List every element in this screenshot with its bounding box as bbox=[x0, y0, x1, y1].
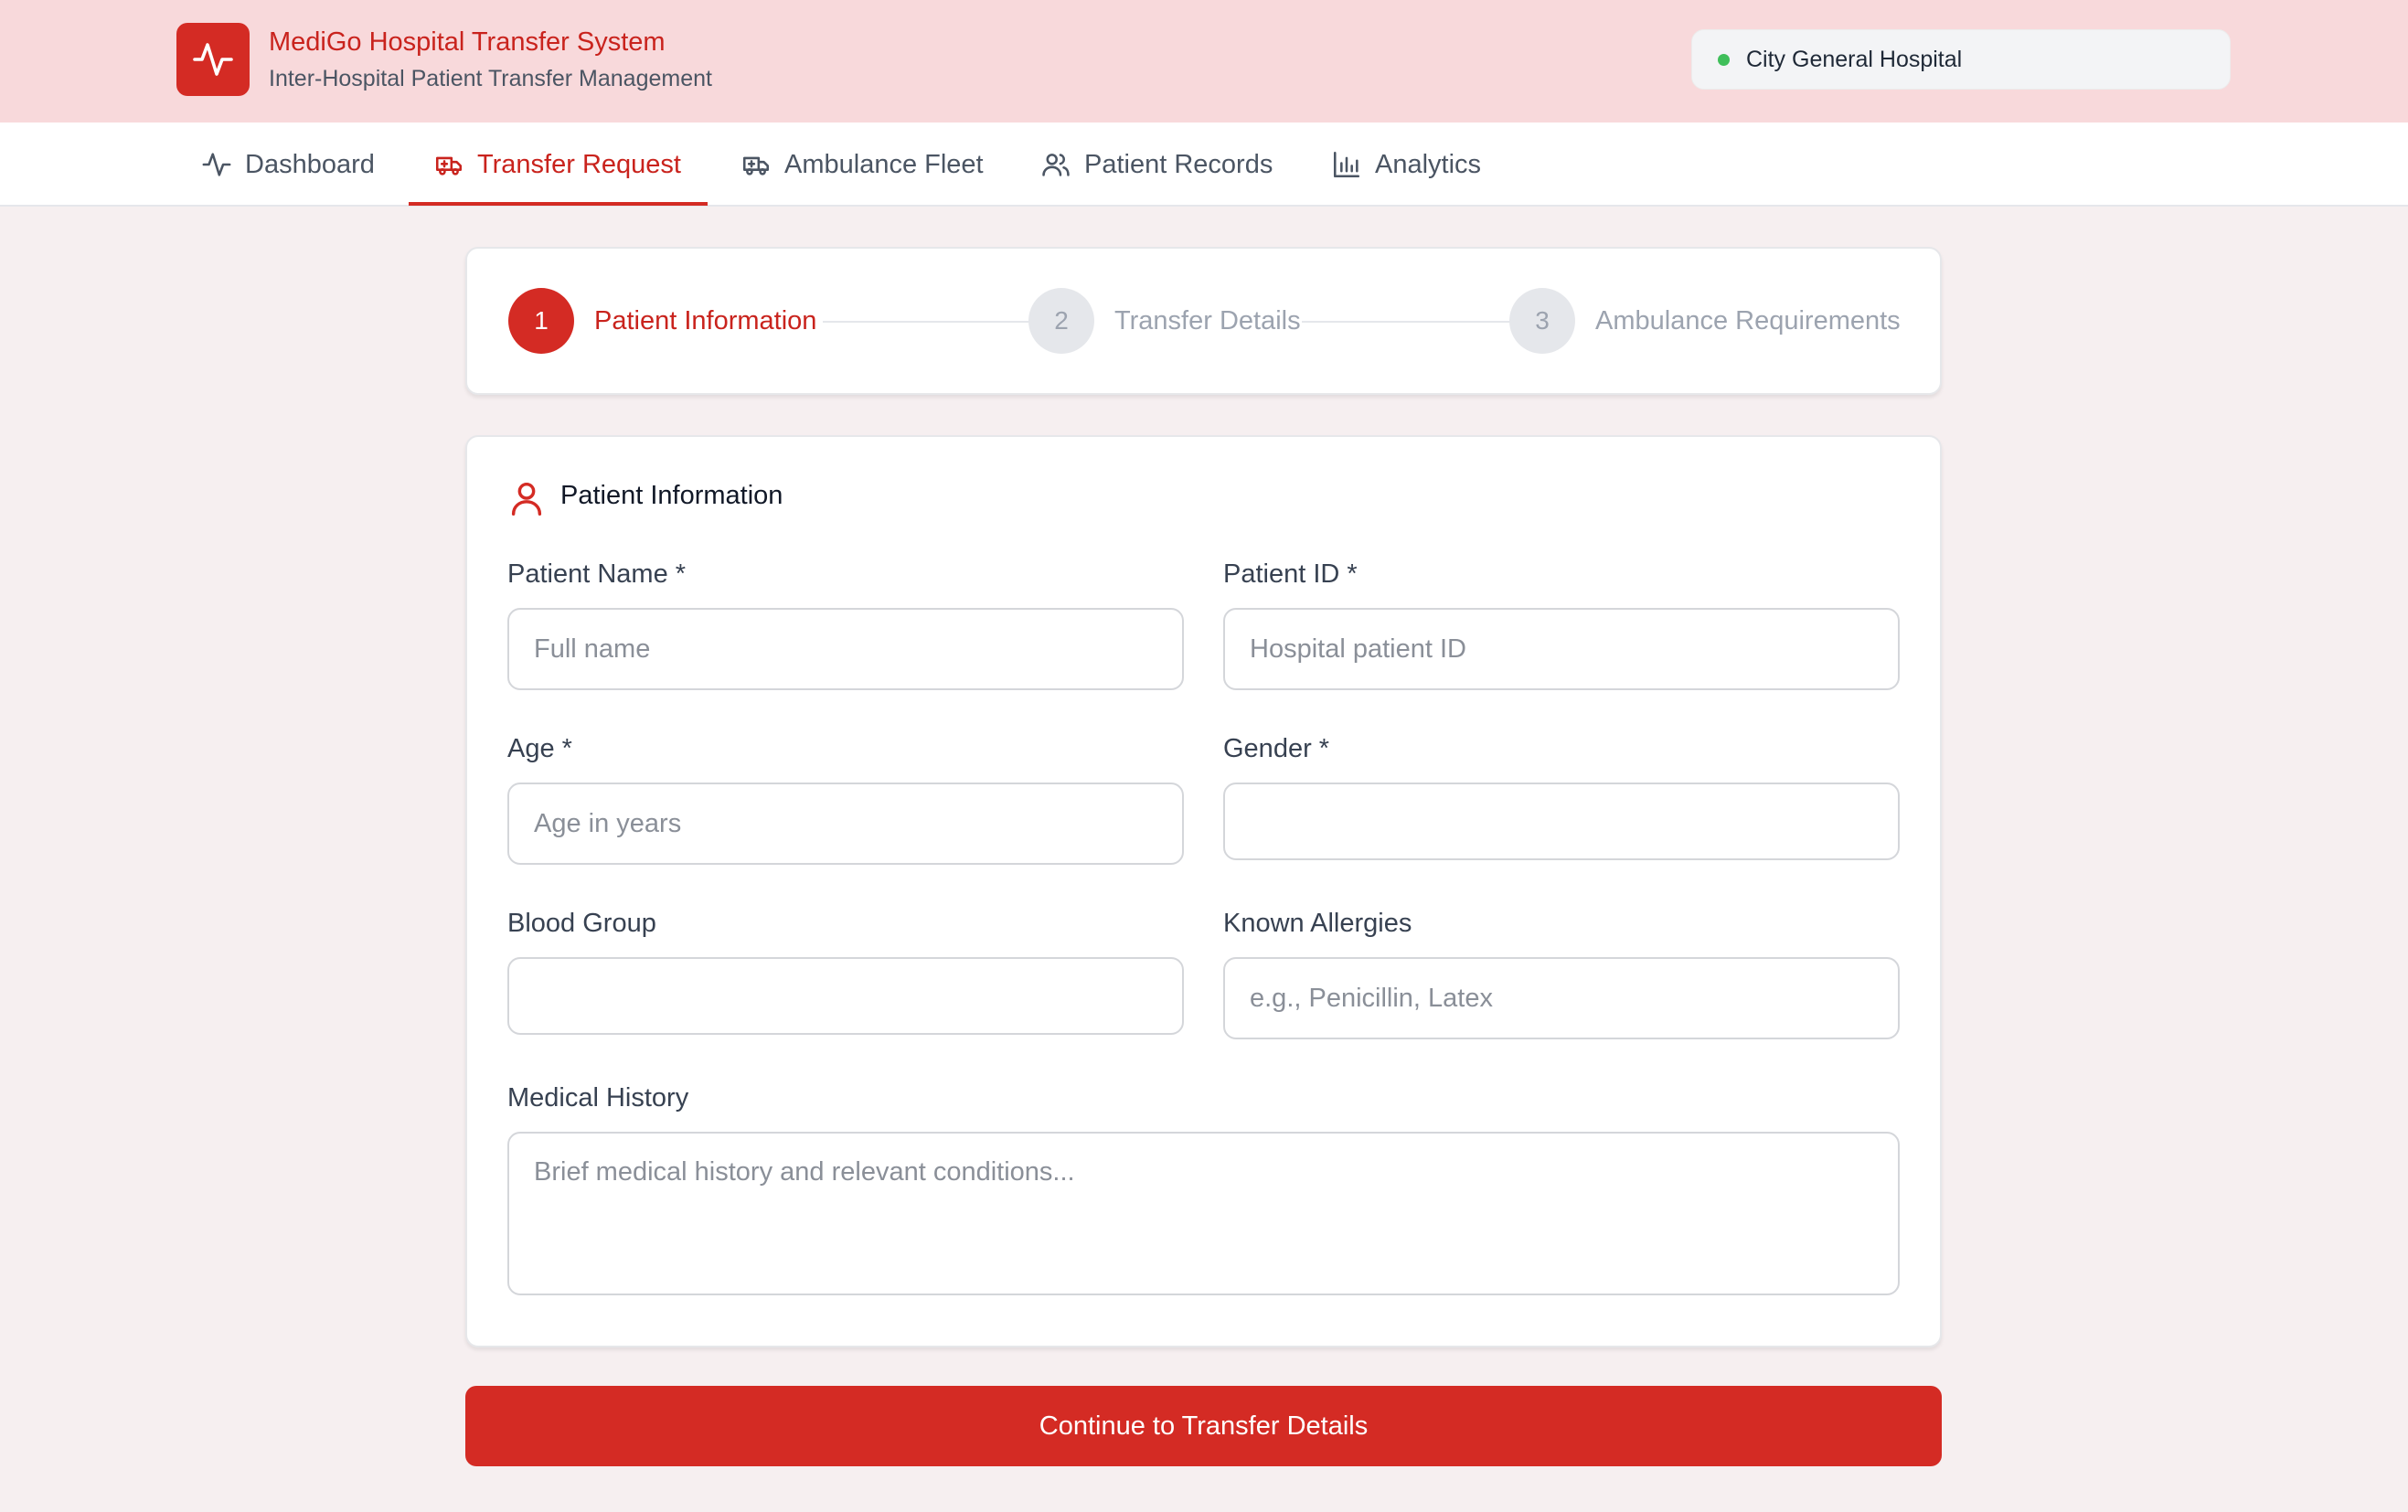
step-3-circle: 3 bbox=[1509, 288, 1575, 354]
blood-group-label: Blood Group bbox=[507, 909, 656, 938]
app-title: MediGo Hospital Transfer System bbox=[269, 27, 666, 57]
medical-history-textarea[interactable] bbox=[507, 1132, 1900, 1295]
progress-stepper: 1 Patient Information 2 Transfer Details… bbox=[465, 247, 1942, 395]
app-logo bbox=[176, 23, 250, 96]
bar-chart-icon bbox=[1333, 151, 1360, 178]
step-2-circle: 2 bbox=[1028, 288, 1094, 354]
status-dot bbox=[1718, 53, 1730, 66]
gender-label: Gender * bbox=[1223, 734, 1330, 763]
patient-id-label: Patient ID * bbox=[1223, 559, 1358, 589]
age-input[interactable] bbox=[507, 783, 1184, 865]
section-title: Patient Information bbox=[560, 481, 783, 510]
main-nav: Dashboard Transfer Request Ambulance Fle… bbox=[0, 122, 2408, 207]
truck-icon bbox=[742, 156, 770, 176]
gender-select[interactable] bbox=[1223, 783, 1900, 860]
medical-history-label: Medical History bbox=[507, 1083, 689, 1113]
patient-id-input[interactable] bbox=[1223, 608, 1900, 690]
user-icon bbox=[511, 482, 542, 516]
blood-group-select[interactable] bbox=[507, 957, 1184, 1035]
tab-label: Dashboard bbox=[245, 149, 375, 179]
step-1-circle: 1 bbox=[508, 288, 574, 354]
active-tab-indicator bbox=[409, 202, 708, 206]
hospital-selector[interactable]: City General Hospital bbox=[1691, 29, 2231, 90]
tab-analytics[interactable]: Analytics bbox=[1331, 122, 1481, 207]
continue-button[interactable]: Continue to Transfer Details bbox=[465, 1386, 1942, 1466]
tab-patient-records[interactable]: Patient Records bbox=[1040, 122, 1273, 207]
step-connector bbox=[1302, 321, 1516, 323]
age-label: Age * bbox=[507, 734, 572, 763]
activity-icon bbox=[202, 153, 231, 176]
tab-label: Patient Records bbox=[1084, 149, 1273, 179]
tab-label: Transfer Request bbox=[477, 149, 681, 179]
tab-label: Analytics bbox=[1375, 149, 1482, 179]
heartbeat-icon bbox=[193, 43, 233, 76]
step-connector bbox=[823, 321, 1036, 323]
tab-transfer-request[interactable]: Transfer Request bbox=[433, 122, 681, 207]
step-1-label: Patient Information bbox=[594, 306, 817, 335]
allergies-input[interactable] bbox=[1223, 957, 1900, 1039]
users-icon bbox=[1042, 154, 1070, 176]
tab-dashboard[interactable]: Dashboard bbox=[201, 122, 375, 207]
patient-name-input[interactable] bbox=[507, 608, 1184, 690]
patient-name-label: Patient Name * bbox=[507, 559, 687, 589]
hospital-name: City General Hospital bbox=[1746, 46, 1963, 72]
allergies-label: Known Allergies bbox=[1223, 909, 1412, 938]
app-header: MediGo Hospital Transfer System Inter-Ho… bbox=[0, 0, 2408, 122]
step-2-label: Transfer Details bbox=[1114, 306, 1301, 335]
tab-ambulance-fleet[interactable]: Ambulance Fleet bbox=[741, 122, 984, 207]
app-subtitle: Inter-Hospital Patient Transfer Manageme… bbox=[269, 66, 712, 91]
ambulance-icon bbox=[435, 156, 463, 176]
tab-label: Ambulance Fleet bbox=[784, 149, 984, 179]
step-3-label: Ambulance Requirements bbox=[1595, 306, 1901, 335]
